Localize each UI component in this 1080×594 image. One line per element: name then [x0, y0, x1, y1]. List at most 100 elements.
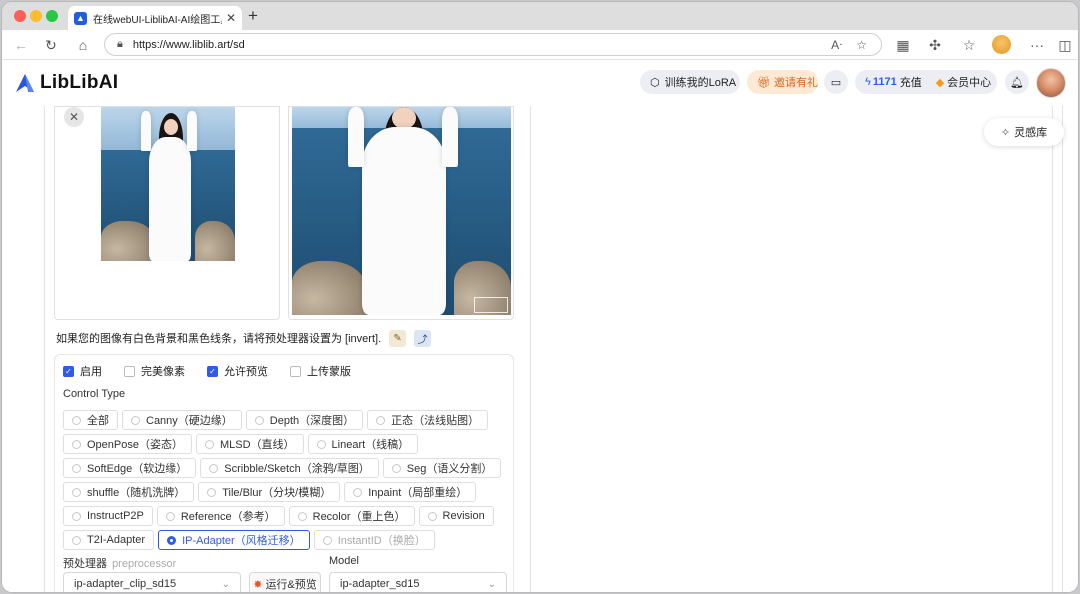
- reload-icon[interactable]: ↻: [42, 36, 60, 54]
- control-type-label-text: Revision: [442, 510, 485, 522]
- panel-border: [44, 106, 45, 592]
- hint-text: 如果您的图像有白色背景和黑色线条，请将预处理器设置为 [invert].: [56, 333, 382, 345]
- run-preview-button[interactable]: ✸ 运行&预览: [249, 572, 321, 592]
- radio-icon: [165, 511, 175, 521]
- controlnet-settings: ✓ 启用 完美像素 ✓ 允许预览 上传蒙版 Control Type 全部 Ca…: [54, 354, 514, 592]
- credits-count: 1171: [872, 76, 897, 88]
- control-type-option[interactable]: SoftEdge（软边缘）: [63, 458, 197, 478]
- url-text: https://www.liblib.art/sd: [132, 38, 245, 51]
- input-image-box[interactable]: ✕: [54, 106, 280, 320]
- model-select[interactable]: ip-adapter_sd15 ⌄: [329, 572, 507, 592]
- checkbox-checked-icon: ✓: [63, 365, 74, 377]
- enable-checkbox[interactable]: ✓ 启用: [63, 363, 102, 379]
- radio-icon: [207, 487, 217, 497]
- train-lora-button[interactable]: ⬡ 训练我的LoRA: [640, 70, 740, 94]
- preprocessor-select[interactable]: ip-adapter_clip_sd15 ⌄: [63, 572, 241, 592]
- control-type-option[interactable]: Reference（参考）: [156, 506, 285, 526]
- bell-icon: 🔔︎: [1010, 76, 1024, 89]
- pixel-perfect-checkbox[interactable]: 完美像素: [124, 363, 185, 379]
- control-type-option[interactable]: Inpaint（局部重绘）: [344, 482, 477, 502]
- input-image: [101, 107, 235, 261]
- close-window-button[interactable]: [14, 10, 26, 22]
- read-aloud-icon[interactable]: Aᐧ: [831, 38, 842, 52]
- minimize-window-button[interactable]: [30, 10, 42, 22]
- more-menu-icon[interactable]: ···: [1028, 36, 1046, 54]
- checkbox-label: 上传蒙版: [307, 366, 351, 378]
- control-type-option[interactable]: Revision: [418, 506, 494, 526]
- inspiration-library-button[interactable]: ✧ 灵感库: [984, 118, 1064, 146]
- control-type-option[interactable]: Scribble/Sketch（涂鸦/草图）: [200, 458, 379, 478]
- control-type-label-text: OpenPose（姿态）: [87, 439, 183, 451]
- control-type-label-text: Seg（语义分割）: [406, 463, 493, 475]
- control-type-option[interactable]: 全部: [63, 410, 118, 430]
- radio-icon: [297, 511, 307, 521]
- allow-preview-checkbox[interactable]: ✓ 允许预览: [207, 363, 268, 379]
- tab-actions-icon[interactable]: ▦: [894, 36, 912, 54]
- control-type-label-text: T2I-Adapter: [87, 534, 146, 546]
- radio-icon: [72, 487, 81, 497]
- control-type-option[interactable]: Canny（硬边缘）: [122, 410, 242, 430]
- panel-border: [1062, 106, 1063, 592]
- lightning-icon: ϟ: [865, 76, 871, 88]
- control-type-option[interactable]: Seg（语义分割）: [382, 458, 502, 478]
- maximize-window-button[interactable]: [46, 10, 58, 22]
- control-type-option[interactable]: OpenPose（姿态）: [63, 434, 192, 454]
- invite-button[interactable]: 🎁︎ 邀请有礼: [747, 70, 818, 94]
- run-preview-label: 运行&预览: [265, 579, 317, 591]
- notification-button[interactable]: 🔔︎: [1005, 70, 1029, 94]
- remove-image-icon[interactable]: ✕: [64, 107, 84, 127]
- browser-tab-active[interactable]: ▲ 在线webUI-LiblibAI-AI绘图工具 ✕: [68, 6, 242, 30]
- liblib-logo[interactable]: LibLibAI: [14, 72, 118, 94]
- inspiration-label: 灵感库: [1014, 127, 1048, 139]
- checkbox-checked-icon: ✓: [207, 365, 218, 377]
- back-arrow-icon[interactable]: ←: [12, 36, 30, 54]
- control-type-row: 全部 Canny（硬边缘） Depth（深度图） 正态（法线贴图）: [63, 410, 509, 430]
- explosion-icon: ✸: [253, 578, 263, 591]
- folder-button[interactable]: ▭: [824, 70, 848, 94]
- credits-recharge-button[interactable]: ϟ 1171 充值 ◆ 会员中心: [855, 70, 997, 94]
- panel-border: [1052, 106, 1053, 592]
- sidebar-toggle-icon[interactable]: ◫: [1056, 36, 1074, 54]
- control-type-label-text: MLSD（直线）: [219, 439, 295, 451]
- radio-icon: [391, 463, 401, 473]
- upload-mask-checkbox[interactable]: 上传蒙版: [290, 363, 351, 379]
- controlnet-panel: ✕ 如果您的图像有白色背景和黑色线条，请将预处理器设置为 [invert]. ✎…: [54, 106, 514, 592]
- control-type-option[interactable]: Depth（深度图）: [245, 410, 364, 430]
- train-lora-label: 训练我的LoRA: [664, 77, 737, 89]
- address-bar[interactable]: 🔒︎ https://www.liblib.art/sd Aᐧ ☆: [104, 33, 882, 56]
- control-type-radio-group: 全部 Canny（硬边缘） Depth（深度图） 正态（法线贴图） OpenPose（姿…: [63, 410, 509, 554]
- tab-close-icon[interactable]: ✕: [226, 11, 236, 25]
- preview-thumb-frame: [474, 297, 508, 313]
- radio-icon: [427, 511, 437, 521]
- radio-icon: [72, 415, 81, 425]
- control-type-option[interactable]: MLSD（直线）: [195, 434, 304, 454]
- radio-icon: [322, 535, 332, 545]
- user-avatar[interactable]: [1036, 68, 1066, 98]
- favorite-star-icon[interactable]: ☆: [856, 38, 867, 52]
- radio-icon: [72, 535, 81, 545]
- control-type-option[interactable]: shuffle（随机洗牌）: [63, 482, 195, 502]
- cube-icon: ⬡: [650, 76, 660, 89]
- edit-pencil-icon[interactable]: ✎: [389, 329, 407, 347]
- control-type-label-text: IP-Adapter（风格迁移）: [182, 535, 301, 547]
- extensions-icon[interactable]: ✣: [926, 36, 944, 54]
- model-value: ip-adapter_sd15: [340, 578, 420, 590]
- control-type-row: shuffle（随机洗牌） Tile/Blur（分块/模糊） Inpaint（局部重…: [63, 482, 509, 502]
- control-type-option[interactable]: Lineart（线稿）: [307, 434, 419, 454]
- tab-strip: ▲ 在线webUI-LiblibAI-AI绘图工具 ✕ +: [2, 2, 1078, 30]
- control-type-option[interactable]: IP-Adapter（风格迁移）: [158, 530, 310, 550]
- control-type-option[interactable]: 正态（法线贴图）: [367, 410, 489, 430]
- home-icon[interactable]: ⌂: [74, 36, 92, 54]
- logo-text: LibLibAI: [40, 72, 119, 93]
- favorites-icon[interactable]: ☆: [960, 36, 978, 54]
- control-type-option[interactable]: Tile/Blur（分块/模糊）: [198, 482, 341, 502]
- checkbox-label: 完美像素: [141, 366, 185, 378]
- send-arrow-icon[interactable]: ⤴: [414, 329, 432, 347]
- main-content: ✧ 灵感库 ✕ 如果您的图像有白色背景和黑色线条，请将预处理器设置为 [inve…: [2, 106, 1078, 592]
- new-tab-button[interactable]: +: [248, 6, 258, 26]
- profile-avatar-icon[interactable]: [992, 35, 1011, 54]
- control-type-option[interactable]: Recolor（重上色）: [288, 506, 415, 526]
- control-type-option[interactable]: T2I-Adapter: [63, 530, 155, 550]
- control-type-option[interactable]: InstructP2P: [63, 506, 153, 526]
- member-center-label: 会员中心: [947, 77, 992, 89]
